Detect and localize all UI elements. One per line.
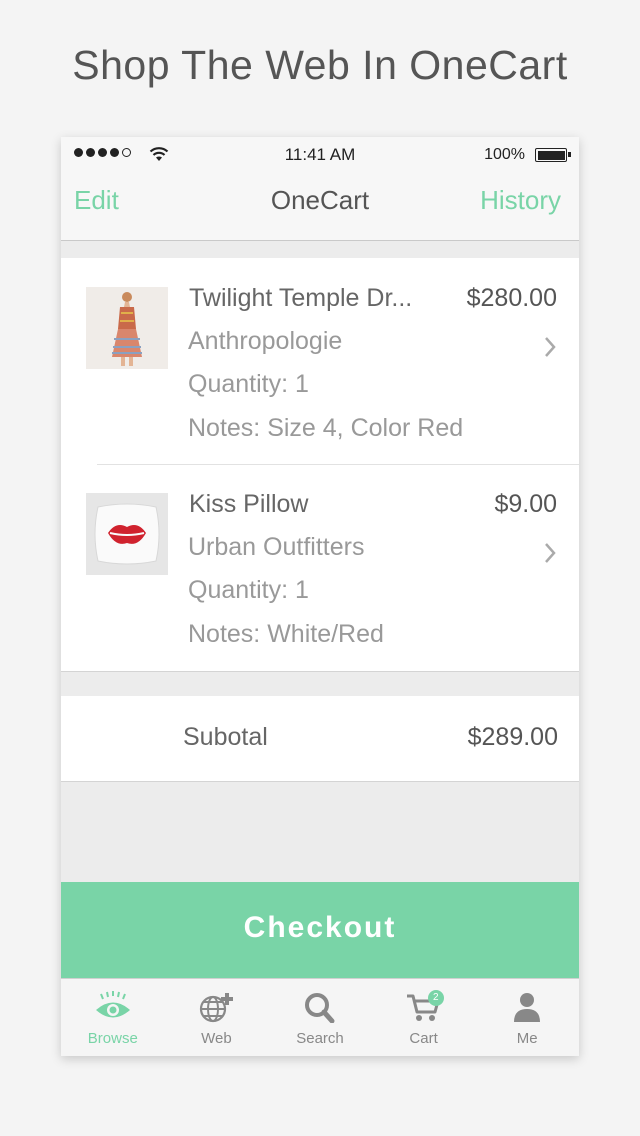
item-price: $9.00 [494,490,557,518]
item-title: Kiss Pillow [189,490,309,518]
eye-icon [95,991,130,1018]
person-icon [514,993,541,1022]
item-price: $280.00 [466,284,557,312]
subtotal-value: $289.00 [467,723,558,751]
cart-item-row[interactable]: Twilight Temple Dr... $280.00 Anthropolo… [61,258,579,464]
item-notes: Notes: White/Red [188,620,384,648]
tab-label: Browse [87,1030,138,1047]
item-quantity: Quantity: 1 [188,370,309,398]
chevron-right-icon [545,337,556,357]
tab-label: Me [516,1030,538,1047]
phone-screen: 11:41 AM 100% Edit OneCart History Twili… [61,137,579,1056]
item-notes: Notes: Size 4, Color Red [188,414,464,442]
history-button[interactable]: History [480,185,561,216]
cart-count-badge: 2 [427,990,444,1006]
navigation-bar: Edit OneCart History [61,173,579,241]
battery-percent: 100% [484,146,525,163]
promo-headline: Shop The Web In OneCart [72,42,568,88]
item-store: Anthropologie [188,327,343,355]
tab-me[interactable]: Me [475,979,579,1056]
tab-bar: Browse Web Search 2 Cart Me [61,978,579,1056]
chevron-right-icon [545,543,556,563]
status-bar: 11:41 AM 100% [61,137,579,173]
item-quantity: Quantity: 1 [188,576,309,604]
tab-search[interactable]: Search [268,979,372,1056]
item-title: Twilight Temple Dr... [189,284,413,312]
magnifier-icon [304,993,335,1023]
product-thumbnail-dress [86,287,168,369]
tab-label: Web [201,1030,232,1047]
product-thumbnail-pillow [86,493,168,575]
tab-label: Search [296,1030,344,1047]
battery-icon [535,148,571,162]
subtotal-label: Subotal [183,723,268,751]
tab-web[interactable]: Web [165,979,269,1056]
tab-cart[interactable]: 2 Cart [372,979,476,1056]
globe-plus-icon [200,993,234,1023]
subtotal-row: Subotal $289.00 [61,696,579,782]
item-store: Urban Outfitters [188,533,365,561]
tab-browse[interactable]: Browse [61,979,165,1056]
cart-items-list: Twilight Temple Dr... $280.00 Anthropolo… [61,258,579,672]
checkout-button[interactable]: Checkout [61,882,579,978]
cart-item-row[interactable]: Kiss Pillow $9.00 Urban Outfitters Quant… [61,464,579,670]
tab-label: Cart [409,1030,438,1047]
